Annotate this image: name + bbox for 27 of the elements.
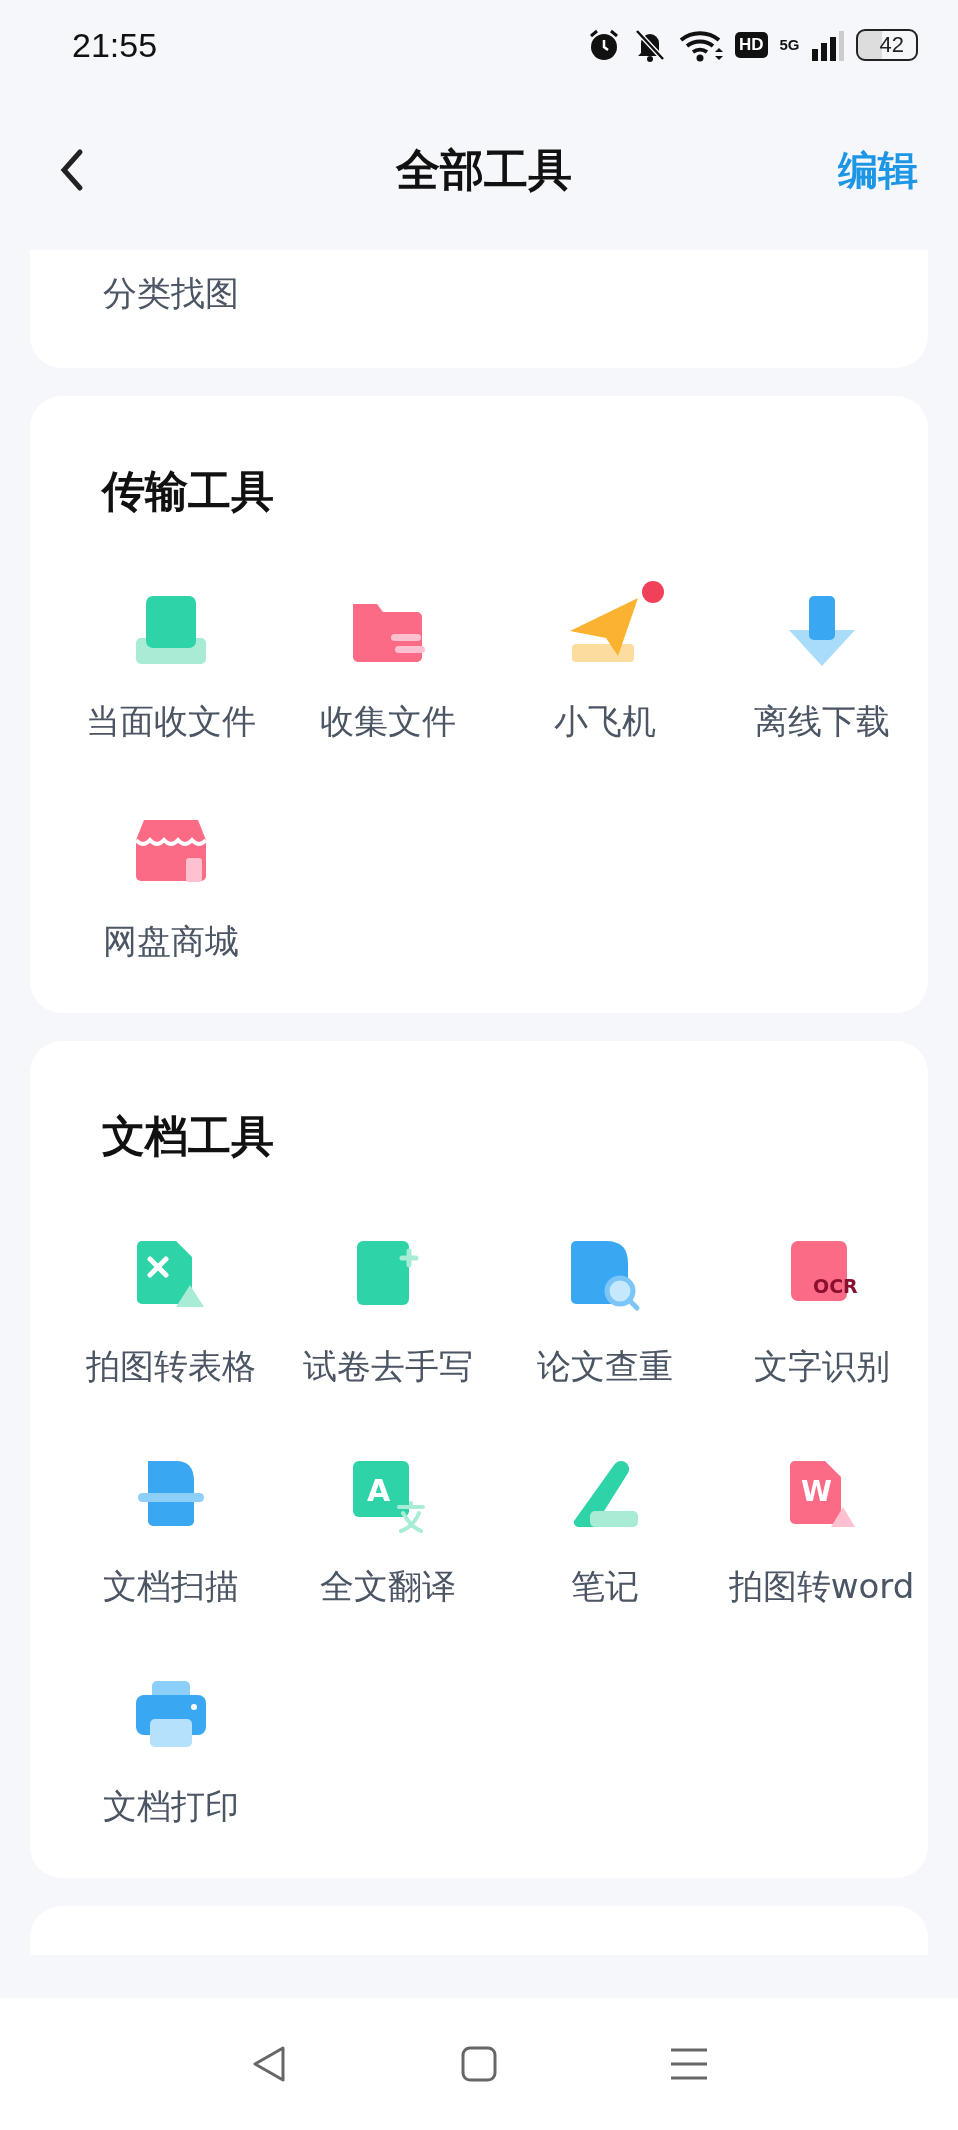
tool-label[interactable]: 网盘商城	[102, 917, 239, 965]
tool-label[interactable]: 分类找图	[102, 269, 239, 317]
tool-label[interactable]: 文档扫描	[102, 1562, 239, 1610]
tool-label[interactable]: 拍图转表格	[85, 1342, 256, 1390]
tool-label[interactable]: 论文查重	[536, 1342, 673, 1390]
tool-label[interactable]: 当面收文件	[85, 697, 256, 745]
tool-label[interactable]: 全文翻译	[319, 1562, 456, 1610]
hd-indicator: HD	[734, 32, 768, 58]
chevron-left-icon	[58, 148, 84, 192]
square-home-icon	[459, 2044, 499, 2084]
tool-label[interactable]: 小飞机	[553, 697, 656, 745]
tool-label[interactable]: 笔记	[570, 1562, 639, 1610]
signal-icon	[811, 29, 844, 61]
status-time: 21:55	[72, 25, 158, 65]
network-type: 5G	[779, 36, 800, 53]
tool-label[interactable]: 离线下载	[753, 697, 890, 745]
section-title: 传输工具	[102, 465, 275, 518]
wifi-icon	[678, 28, 723, 62]
tool-label[interactable]: 文档打印	[102, 1782, 239, 1830]
section-title: 文档工具	[102, 1110, 275, 1163]
tool-label[interactable]: 拍图转word	[728, 1562, 915, 1610]
tool-label[interactable]: 文字识别	[753, 1342, 890, 1390]
tool-label[interactable]: 试卷去手写	[302, 1342, 473, 1390]
page-title: 全部工具	[396, 142, 572, 197]
battery-indicator: 42	[855, 29, 918, 61]
tool-label[interactable]: 收集文件	[319, 697, 456, 745]
nav-home-button[interactable]	[459, 2044, 499, 2084]
